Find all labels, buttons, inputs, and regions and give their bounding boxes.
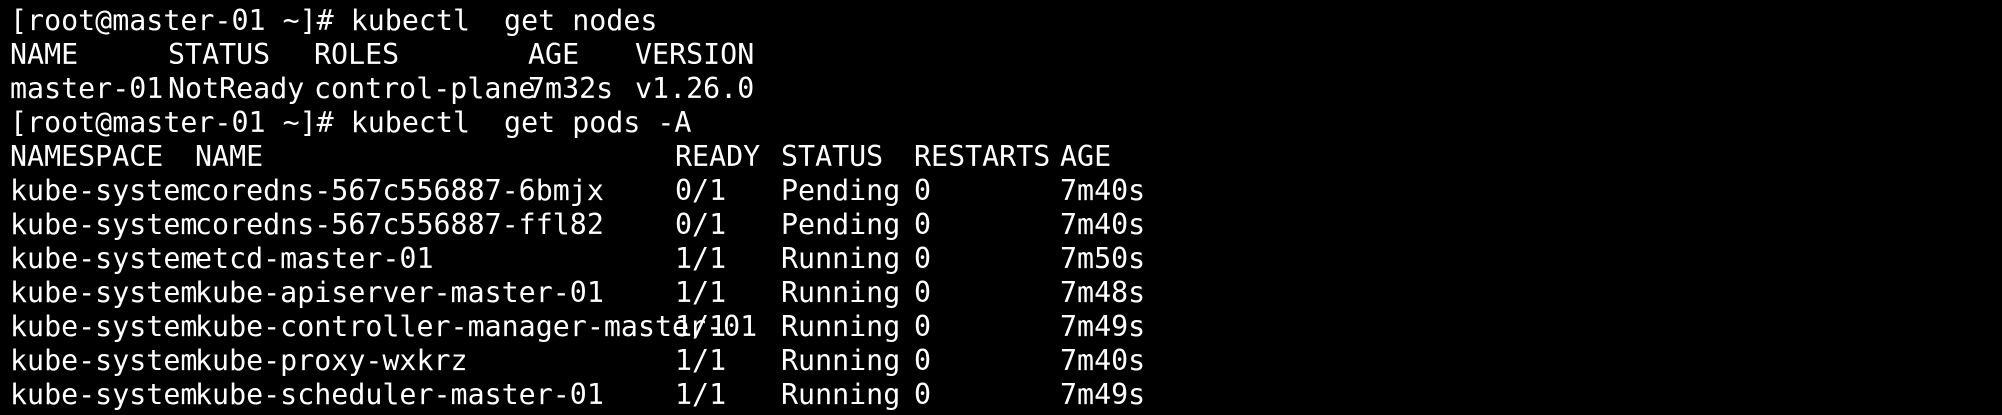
pod-status: Running	[781, 378, 901, 411]
pod-restarts: 0	[914, 174, 932, 207]
node-roles: control-plane	[314, 72, 536, 105]
command-line-get-nodes: [root@master-01 ~]# kubectl get nodes	[10, 4, 2002, 38]
pod-name: coredns-567c556887-ffl82	[195, 208, 604, 241]
pod-age: 7m40s	[1060, 208, 1146, 241]
pod-restarts: 0	[914, 310, 932, 343]
header-name: NAME	[195, 140, 264, 173]
header-status: STATUS	[168, 38, 271, 71]
header-ready: READY	[675, 140, 761, 173]
header-age: AGE	[1060, 140, 1112, 173]
pod-namespace: kube-system	[10, 344, 198, 377]
pod-ready: 1/1	[675, 276, 727, 309]
pods-table-row: kube-system kube-apiserver-master-01 1/1…	[10, 276, 2002, 310]
pod-name: kube-controller-manager-master-01	[195, 310, 758, 343]
pod-ready: 0/1	[675, 208, 727, 241]
pod-status: Running	[781, 344, 901, 377]
nodes-table-row: master-01 NotReady control-plane 7m32s v…	[10, 72, 2002, 106]
pod-name: kube-scheduler-master-01	[195, 378, 604, 411]
pod-ready: 1/1	[675, 344, 727, 377]
pod-age: 7m50s	[1060, 242, 1146, 275]
pod-status: Pending	[781, 174, 901, 207]
pods-table-row: kube-system etcd-master-01 1/1 Running 0…	[10, 242, 2002, 276]
pods-table-row: kube-system coredns-567c556887-ffl82 0/1…	[10, 208, 2002, 242]
pod-name: kube-apiserver-master-01	[195, 276, 604, 309]
command-text: kubectl get pods -A	[350, 106, 692, 139]
pods-table-row: kube-system kube-proxy-wxkrz 1/1 Running…	[10, 344, 2002, 378]
pod-name: kube-proxy-wxkrz	[195, 344, 468, 377]
header-restarts: RESTARTS	[914, 140, 1051, 173]
shell-prompt: [root@master-01 ~]#	[10, 106, 351, 139]
node-age: 7m32s	[528, 72, 614, 105]
pod-restarts: 0	[914, 344, 932, 377]
pod-namespace: kube-system	[10, 276, 198, 309]
pod-namespace: kube-system	[10, 242, 198, 275]
pod-age: 7m49s	[1060, 378, 1146, 411]
shell-prompt: [root@master-01 ~]#	[10, 4, 351, 37]
pods-table-row: kube-system kube-controller-manager-mast…	[10, 310, 2002, 344]
pod-age: 7m40s	[1060, 344, 1146, 377]
pod-restarts: 0	[914, 242, 932, 275]
pod-age: 7m48s	[1060, 276, 1146, 309]
pod-restarts: 0	[914, 276, 932, 309]
pod-restarts: 0	[914, 378, 932, 411]
node-status: NotReady	[168, 72, 305, 105]
pods-table-row: kube-system kube-scheduler-master-01 1/1…	[10, 378, 2002, 412]
pod-namespace: kube-system	[10, 310, 198, 343]
pod-ready: 1/1	[675, 310, 727, 343]
header-roles: ROLES	[314, 38, 400, 71]
pod-age: 7m49s	[1060, 310, 1146, 343]
pod-status: Running	[781, 242, 901, 275]
pod-age: 7m40s	[1060, 174, 1146, 207]
header-name: NAME	[10, 38, 79, 71]
header-age: AGE	[528, 38, 580, 71]
pods-table-row: kube-system coredns-567c556887-6bmjx 0/1…	[10, 174, 2002, 208]
pod-namespace: kube-system	[10, 174, 198, 207]
node-name: master-01	[10, 72, 164, 105]
header-namespace: NAMESPACE	[10, 140, 164, 173]
pods-table-header: NAMESPACE NAME READY STATUS RESTARTS AGE	[10, 140, 2002, 174]
pod-namespace: kube-system	[10, 378, 198, 411]
nodes-table-header: NAME STATUS ROLES AGE VERSION	[10, 38, 2002, 72]
terminal-window[interactable]: [root@master-01 ~]# kubectl get nodes NA…	[0, 0, 2002, 415]
pod-status: Pending	[781, 208, 901, 241]
header-status: STATUS	[781, 140, 884, 173]
pod-restarts: 0	[914, 208, 932, 241]
pod-namespace: kube-system	[10, 208, 198, 241]
command-line-get-pods: [root@master-01 ~]# kubectl get pods -A	[10, 106, 2002, 140]
pod-name: etcd-master-01	[195, 242, 434, 275]
pod-ready: 1/1	[675, 378, 727, 411]
pod-name: coredns-567c556887-6bmjx	[195, 174, 604, 207]
pod-ready: 1/1	[675, 242, 727, 275]
node-version: v1.26.0	[635, 72, 755, 105]
pod-status: Running	[781, 310, 901, 343]
header-version: VERSION	[635, 38, 755, 71]
command-text: kubectl get nodes	[350, 4, 658, 37]
pod-status: Running	[781, 276, 901, 309]
pod-ready: 0/1	[675, 174, 727, 207]
